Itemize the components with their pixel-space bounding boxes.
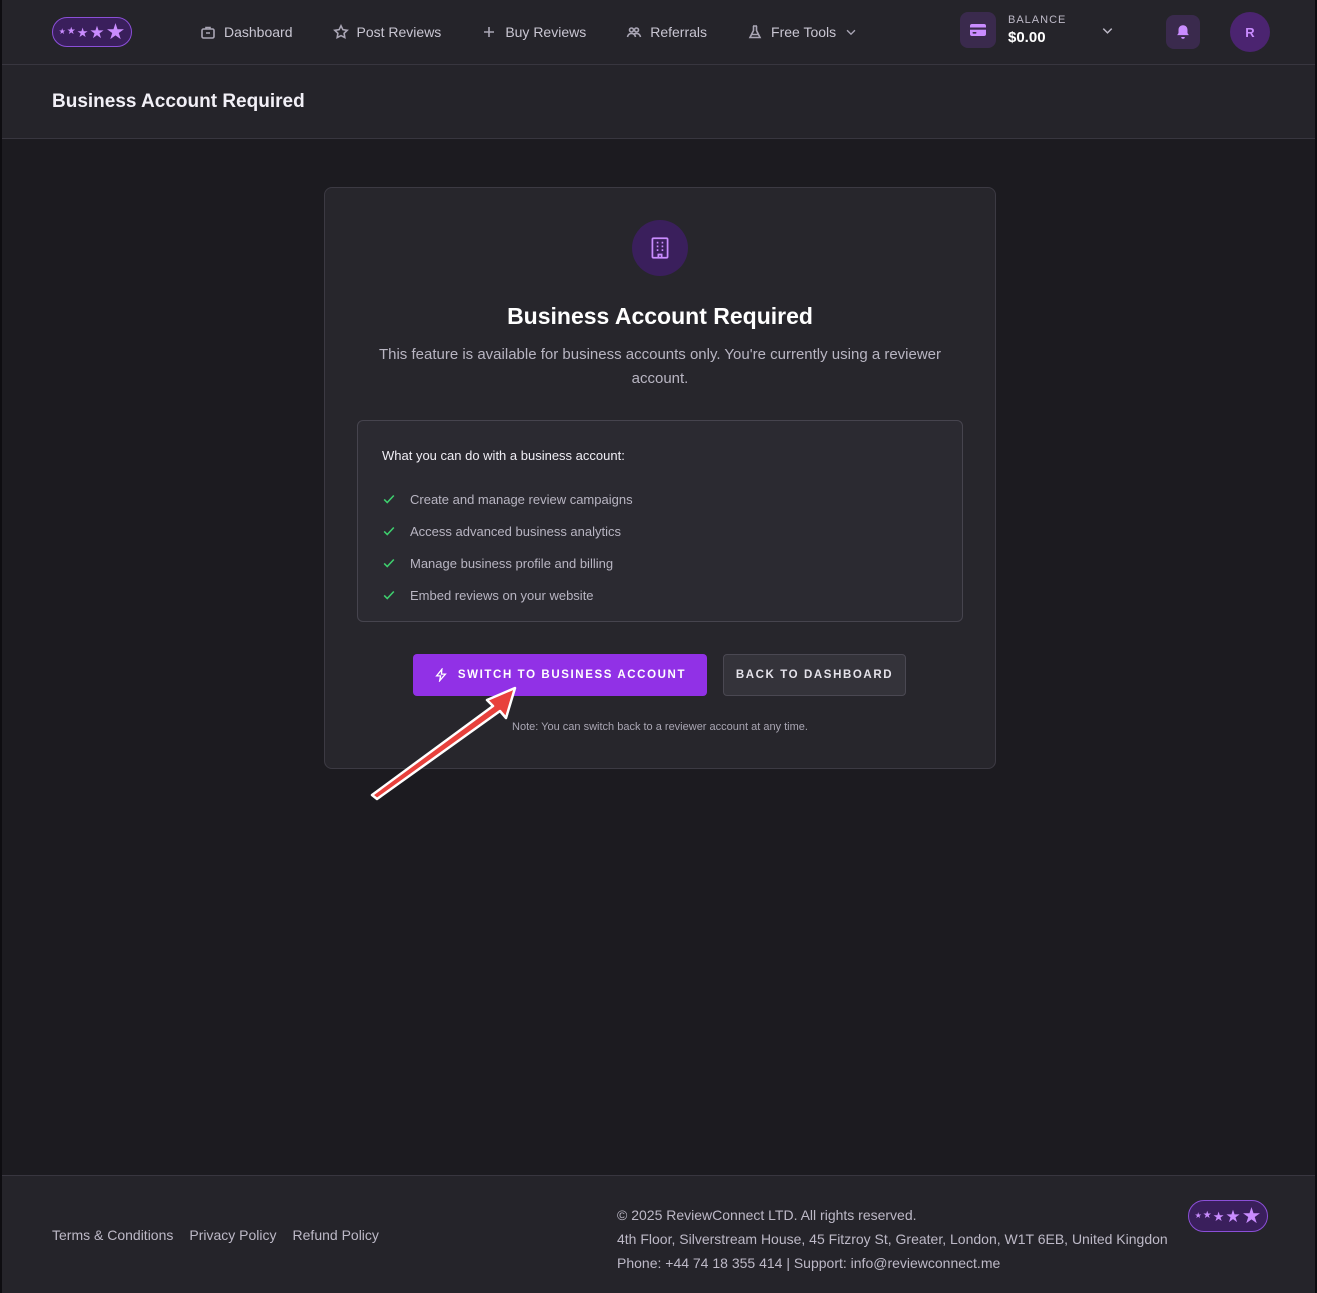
nav-buy-reviews[interactable]: Buy Reviews — [481, 24, 586, 40]
footer-info: © 2025 ReviewConnect LTD. All rights res… — [617, 1203, 1168, 1275]
wallet-icon — [960, 12, 996, 48]
features-box: What you can do with a business account:… — [357, 420, 963, 622]
feature-text: Create and manage review campaigns — [410, 491, 633, 507]
star-icon: ★ — [105, 19, 126, 44]
nav-buy-reviews-label: Buy Reviews — [505, 24, 587, 40]
window-edge-left — [0, 0, 2, 1293]
business-required-card: Business Account Required This feature i… — [324, 187, 996, 769]
page-header: Business Account Required — [2, 65, 1315, 139]
nav-post-reviews-label: Post Reviews — [356, 24, 442, 40]
star-icon: ★ — [1194, 1211, 1202, 1220]
footer-link-refund[interactable]: Refund Policy — [293, 1227, 379, 1243]
nav-referrals[interactable]: Referrals — [626, 24, 707, 40]
star-icon: ★ — [66, 26, 76, 37]
check-icon — [382, 492, 410, 506]
flask-icon — [748, 25, 762, 39]
star-icon: ★ — [58, 27, 66, 36]
list-item: Manage business profile and billing — [382, 547, 633, 579]
feature-text: Access advanced business analytics — [410, 523, 622, 539]
footer-address: 4th Floor, Silverstream House, 45 Fitzro… — [617, 1231, 1168, 1247]
footer-contact: Phone: +44 74 18 355 414 | Support: info… — [617, 1255, 1001, 1271]
switch-to-business-label: SWITCH TO BUSINESS ACCOUNT — [457, 669, 687, 681]
nav-referrals-label: Referrals — [650, 24, 708, 40]
star-icon — [332, 24, 349, 40]
user-avatar[interactable]: R — [1230, 12, 1270, 52]
feature-text: Manage business profile and billing — [410, 555, 614, 571]
star-icon: ★ — [89, 22, 105, 42]
nav-dashboard[interactable]: Dashboard — [200, 24, 293, 40]
nav-dashboard-label: Dashboard — [224, 24, 293, 40]
building-icon — [632, 220, 688, 276]
features-title: What you can do with a business account: — [382, 448, 625, 463]
footer-links: Terms & Conditions Privacy Policy Refund… — [52, 1227, 379, 1243]
nav-post-reviews[interactable]: Post Reviews — [332, 24, 442, 40]
list-item: Access advanced business analytics — [382, 515, 633, 547]
switch-note: Note: You can switch back to a reviewer … — [512, 721, 808, 733]
page-title: Business Account Required — [52, 91, 305, 112]
briefcase-icon — [201, 26, 215, 39]
star-icon: ★ — [1202, 1210, 1212, 1221]
balance-text: BALANCE $0.00 — [1008, 14, 1066, 46]
site-footer: Terms & Conditions Privacy Policy Refund… — [2, 1175, 1315, 1293]
star-icon: ★ — [1212, 1208, 1225, 1224]
users-icon — [626, 27, 642, 38]
chevron-down-icon[interactable] — [1100, 23, 1115, 38]
list-item: Embed reviews on your website — [382, 579, 633, 611]
nav-free-tools-label: Free Tools — [771, 24, 837, 40]
feature-text: Embed reviews on your website — [410, 587, 594, 603]
card-title: Business Account Required — [507, 303, 813, 329]
nav-free-tools[interactable]: Free Tools — [747, 24, 858, 40]
lightning-icon — [435, 668, 447, 682]
bell-icon — [1177, 25, 1189, 39]
balance-label: BALANCE — [1008, 14, 1067, 26]
footer-link-privacy[interactable]: Privacy Policy — [189, 1227, 276, 1243]
star-icon: ★ — [76, 24, 89, 40]
plus-icon — [484, 27, 495, 37]
footer-copyright: © 2025 ReviewConnect LTD. All rights res… — [617, 1207, 917, 1223]
check-icon — [382, 556, 410, 570]
check-icon — [382, 588, 410, 602]
top-navbar: ★ ★ ★ ★ ★ Dashboard Post Reviews Buy Rev… — [2, 0, 1315, 65]
balance-widget[interactable]: BALANCE $0.00 — [960, 12, 1115, 48]
switch-to-business-button[interactable]: SWITCH TO BUSINESS ACCOUNT — [413, 654, 707, 696]
chevron-down-icon — [846, 29, 856, 36]
list-item: Create and manage review campaigns — [382, 483, 633, 515]
card-description: This feature is available for business a… — [378, 346, 942, 387]
star-icon: ★ — [1225, 1206, 1241, 1226]
footer-link-terms[interactable]: Terms & Conditions — [52, 1227, 173, 1243]
main-nav: Dashboard Post Reviews Buy Reviews Refer… — [200, 0, 898, 64]
logo-home[interactable]: ★ ★ ★ ★ ★ — [52, 17, 132, 47]
back-to-dashboard-button[interactable]: BACK TO DASHBOARD — [723, 654, 906, 696]
check-icon — [382, 524, 410, 538]
footer-logo[interactable]: ★ ★ ★ ★ ★ — [1188, 1200, 1268, 1232]
features-list: Create and manage review campaigns Acces… — [382, 483, 633, 611]
star-icon: ★ — [1241, 1203, 1262, 1228]
notifications-button[interactable] — [1166, 15, 1200, 49]
balance-value: $0.00 — [1008, 29, 1046, 46]
